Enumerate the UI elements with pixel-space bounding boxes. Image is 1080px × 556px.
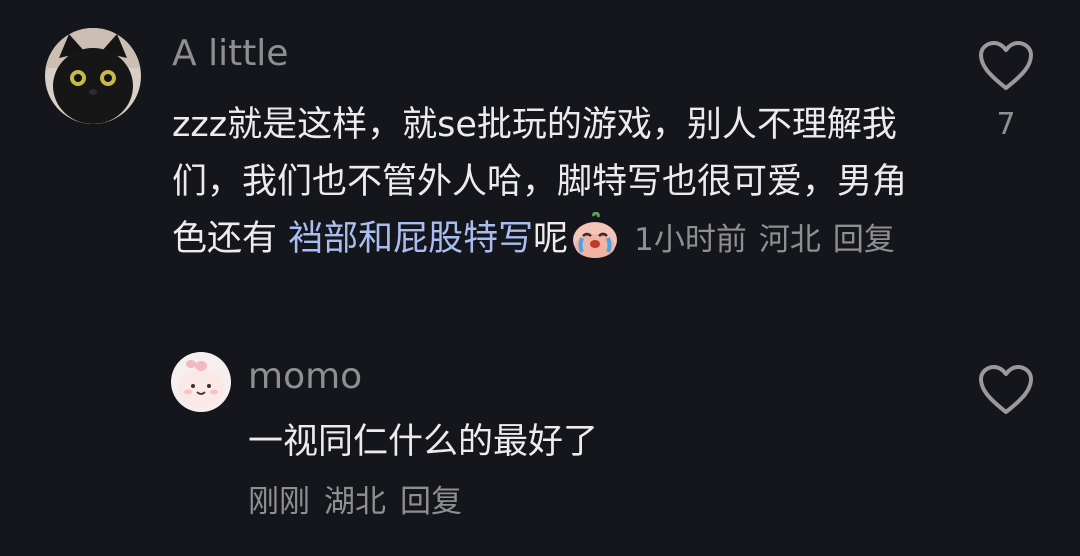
- avatar[interactable]: [45, 28, 141, 124]
- comment-author[interactable]: A little: [172, 32, 288, 76]
- comment-text-end: 呢: [533, 219, 569, 259]
- crying-face-icon: [573, 212, 618, 258]
- pink-bun-avatar: [171, 352, 231, 412]
- reply-text: 一视同仁什么的最好了: [248, 422, 599, 462]
- reply-button[interactable]: 回复: [400, 484, 462, 520]
- like-count: 7: [996, 107, 1016, 142]
- comment-meta: 1小时前 河北 回复: [634, 222, 907, 258]
- heart-outline-icon: [979, 365, 1033, 414]
- reply-item: momo 一视同仁什么的最好了 刚刚 湖北 回复: [0, 330, 1080, 556]
- comment-location: 河北: [758, 222, 821, 258]
- reply-author[interactable]: momo: [248, 355, 362, 399]
- comment-text: zzz就是这样，就se批玩的游戏，别人不理解我们，我们也不管外人哈，脚特写也很可…: [172, 97, 932, 269]
- avatar[interactable]: [171, 352, 231, 412]
- reply-location: 湖北: [324, 484, 386, 520]
- reply-time: 刚刚: [248, 484, 310, 520]
- highlight-link[interactable]: 裆部和屁股特写: [288, 219, 533, 259]
- reply-meta: 刚刚 湖北 回复: [248, 478, 476, 526]
- black-cat-avatar: [45, 28, 141, 124]
- comment-item: A little zzz就是这样，就se批玩的游戏，别人不理解我们，我们也不管外…: [0, 0, 1080, 330]
- reply-button[interactable]: 回复: [833, 222, 895, 258]
- like-button[interactable]: [978, 40, 1034, 92]
- like-button[interactable]: [978, 364, 1034, 416]
- heart-outline-icon: [979, 41, 1033, 90]
- comment-time: 1小时前: [634, 222, 747, 258]
